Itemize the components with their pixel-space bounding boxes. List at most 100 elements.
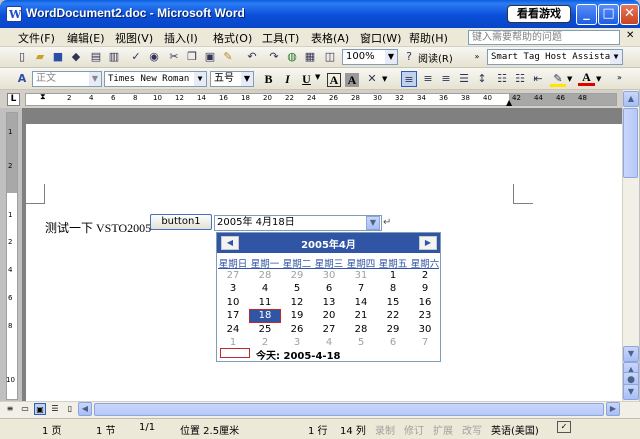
- menu-tools[interactable]: 工具(T): [262, 30, 299, 46]
- web-layout-icon[interactable]: ▭: [19, 403, 31, 415]
- character-border-button[interactable]: A: [327, 73, 341, 87]
- today-link[interactable]: 今天: 2005-4-18: [256, 347, 341, 362]
- calendar-day[interactable]: 31: [345, 270, 377, 281]
- calendar-next-button[interactable]: ▶: [419, 236, 437, 250]
- calendar-day[interactable]: 6: [377, 337, 409, 348]
- permission-icon[interactable]: ◆: [68, 49, 84, 65]
- calendar-day[interactable]: 27: [217, 270, 249, 281]
- spelling-icon[interactable]: ✓: [128, 49, 144, 65]
- help-icon[interactable]: ?: [401, 49, 417, 65]
- status-language[interactable]: 英语(美国): [491, 422, 539, 437]
- save-icon[interactable]: ■: [50, 49, 66, 65]
- format-painter-icon[interactable]: ✎: [220, 49, 236, 65]
- scroll-left-icon[interactable]: ◀: [78, 402, 92, 416]
- calendar-day-selected[interactable]: 18: [249, 310, 281, 321]
- calendar-day[interactable]: 21: [345, 310, 377, 321]
- copy-icon[interactable]: ❐: [184, 49, 200, 65]
- calendar-day[interactable]: 20: [313, 310, 345, 321]
- calendar-day[interactable]: 28: [345, 324, 377, 335]
- calendar-day[interactable]: 23: [409, 310, 441, 321]
- bullets-icon[interactable]: ☷: [512, 71, 528, 87]
- chevron-down-icon[interactable]: ▼: [596, 75, 601, 83]
- calendar-day[interactable]: 27: [313, 324, 345, 335]
- asian-layout-icon[interactable]: ✕: [364, 71, 380, 87]
- calendar-day[interactable]: 5: [281, 283, 313, 294]
- align-center-icon[interactable]: ≡: [420, 71, 436, 87]
- highlight-icon[interactable]: ✎: [550, 71, 566, 87]
- align-justify-icon[interactable]: ≡: [401, 71, 417, 87]
- menu-table[interactable]: 表格(A): [311, 30, 349, 46]
- status-extend[interactable]: 扩展: [433, 422, 453, 437]
- calendar-day[interactable]: 19: [281, 310, 313, 321]
- vertical-scroll-thumb[interactable]: [623, 108, 638, 178]
- calendar-day[interactable]: 1: [377, 270, 409, 281]
- font-color-button[interactable]: A: [578, 71, 595, 86]
- calendar-day[interactable]: 12: [281, 297, 313, 308]
- date-dropdown-button[interactable]: ▼: [366, 216, 380, 230]
- next-page-icon[interactable]: ▼: [623, 384, 639, 400]
- close-button[interactable]: ✕: [620, 4, 639, 25]
- smarttag-select[interactable]: Smart Tag Host Assistant ▼: [487, 49, 623, 65]
- calendar-day[interactable]: 1: [217, 337, 249, 348]
- italic-button[interactable]: I: [279, 71, 296, 87]
- font-size-select[interactable]: 五号 ▼: [210, 71, 254, 87]
- chevron-down-icon[interactable]: ▼: [382, 75, 387, 83]
- status-track-changes[interactable]: 修订: [404, 422, 424, 437]
- indent-marker-icon[interactable]: ⧗: [40, 92, 46, 102]
- decrease-indent-icon[interactable]: ⇤: [530, 71, 546, 87]
- chevron-down-icon[interactable]: ▼: [315, 73, 320, 81]
- line-spacing-icon[interactable]: ↕: [474, 71, 490, 87]
- calendar-day[interactable]: 25: [249, 324, 281, 335]
- date-picker-input[interactable]: 2005年 4月18日: [214, 215, 382, 231]
- print-layout-icon[interactable]: ▣: [34, 403, 46, 415]
- new-document-icon[interactable]: ▯: [14, 49, 30, 65]
- menu-insert[interactable]: 插入(I): [164, 30, 198, 46]
- help-close-icon[interactable]: ✕: [626, 30, 634, 41]
- calendar-day[interactable]: 30: [313, 270, 345, 281]
- calendar-day[interactable]: 30: [409, 324, 441, 335]
- calendar-day[interactable]: 7: [345, 283, 377, 294]
- read-button[interactable]: 阅读(R): [418, 50, 453, 65]
- status-record[interactable]: 录制: [375, 422, 395, 437]
- calendar-day[interactable]: 13: [313, 297, 345, 308]
- calendar-day[interactable]: 29: [377, 324, 409, 335]
- font-select[interactable]: Times New Roman ▼: [104, 71, 207, 87]
- calendar-day[interactable]: 15: [377, 297, 409, 308]
- calendar-day[interactable]: 29: [281, 270, 313, 281]
- scroll-down-icon[interactable]: ▼: [623, 346, 639, 362]
- calendar-day[interactable]: 7: [409, 337, 441, 348]
- tab-selector[interactable]: L: [7, 93, 20, 106]
- button1[interactable]: button1: [150, 214, 212, 230]
- maximize-button[interactable]: □: [598, 4, 619, 25]
- word-app-icon[interactable]: W: [6, 6, 22, 22]
- calendar-day[interactable]: 24: [217, 324, 249, 335]
- undo-icon[interactable]: ↶: [244, 49, 260, 65]
- help-search-input[interactable]: 键入需要帮助的问题: [468, 30, 620, 45]
- toolbar-options-icon[interactable]: »: [470, 49, 484, 65]
- minimize-button[interactable]: _: [576, 4, 597, 25]
- calendar-day[interactable]: 26: [281, 324, 313, 335]
- calendar-day[interactable]: 11: [249, 297, 281, 308]
- reading-layout-icon[interactable]: ▯: [64, 403, 76, 415]
- print-preview-icon[interactable]: ▥: [106, 49, 122, 65]
- menu-help[interactable]: 帮助(H): [409, 30, 448, 46]
- menu-file[interactable]: 文件(F): [18, 30, 55, 46]
- paste-icon[interactable]: ▣: [202, 49, 218, 65]
- style-select[interactable]: 正文 ▼: [32, 71, 102, 87]
- calendar-day[interactable]: 17: [217, 310, 249, 321]
- align-right-icon[interactable]: ≡: [438, 71, 454, 87]
- numbering-icon[interactable]: ☷: [494, 71, 510, 87]
- calendar-day[interactable]: 28: [249, 270, 281, 281]
- open-folder-icon[interactable]: ▰: [32, 49, 48, 65]
- scroll-up-icon[interactable]: ▲: [623, 91, 639, 107]
- menu-edit[interactable]: 编辑(E): [67, 30, 105, 46]
- calendar-day[interactable]: 10: [217, 297, 249, 308]
- menu-view[interactable]: 视图(V): [115, 30, 153, 46]
- character-shading-button[interactable]: A: [345, 73, 359, 87]
- spelling-status-icon[interactable]: ✓: [557, 421, 571, 433]
- chevron-down-icon[interactable]: ▼: [567, 75, 572, 83]
- status-overtype[interactable]: 改写: [462, 422, 482, 437]
- calendar-day[interactable]: 2: [409, 270, 441, 281]
- toolbar-options-icon[interactable]: »: [617, 73, 622, 82]
- bold-button[interactable]: B: [260, 71, 277, 87]
